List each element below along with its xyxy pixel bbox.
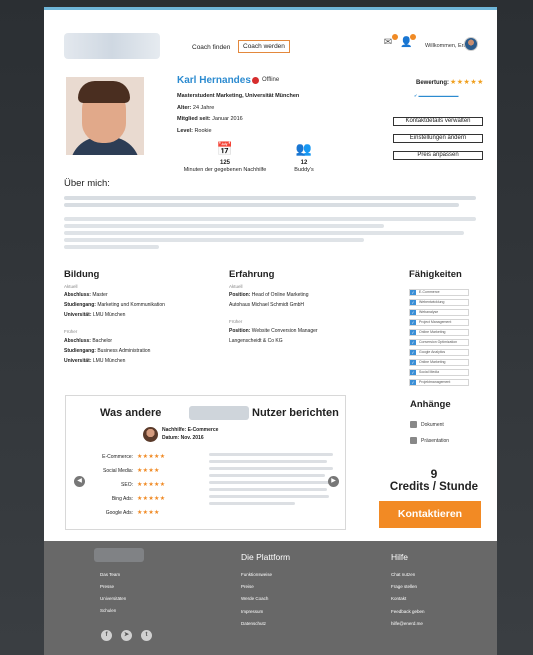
offline-icon [252,77,259,84]
footer: Das Team Presse Universitäten Schulen Di… [44,541,497,655]
skill-tag: ✓ Online Marketing [409,329,469,336]
change-settings-button[interactable]: Einstellungen ändern [393,134,483,143]
reviews-title-suffix: Nutzer berichten [252,407,339,419]
calendar-icon: 📅 [216,141,234,156]
notification-badge [392,34,398,40]
site-logo[interactable] [64,33,160,59]
credits-value: 9 [430,467,438,481]
footer-logo [94,548,144,562]
nav-coach-werden[interactable]: Coach werden [238,40,290,53]
attachment-document[interactable]: Dokument [410,421,444,428]
nav-coach-finden[interactable]: Coach finden [192,44,230,51]
coach-name: Karl Hernandes [177,75,251,86]
skill-tag: ✓ Google Analytics [409,349,469,356]
minutes-value: 125 [219,160,230,166]
attachment-presentation[interactable]: Präsentation [410,437,449,444]
rating-label: Bewertung: [416,80,449,86]
adjust-price-button[interactable]: Preis anpassen [393,151,483,160]
credits-unit: Credits / Stunde [389,481,479,493]
prev-arrow-icon[interactable]: ◀ [74,476,85,487]
skill-tag: ✓ E-Commerce [409,289,469,296]
reviews-title-prefix: Was andere [100,407,162,419]
about-text [64,196,476,200]
skill-tag: ✓ Online Marketing [409,359,469,366]
document-icon [410,421,417,428]
degree: Masterstudent Marketing, Universität Mün… [177,93,300,99]
welcome-text: Willkommen, Eric [425,43,468,49]
status-text: Offline [262,77,280,83]
skill-tag: ✓ Webanalyse [409,309,469,316]
reviewer-avatar [143,427,158,442]
rating-stars: ★★★★★ [450,79,484,86]
user-avatar[interactable] [464,37,478,51]
skills-title: Fähigkeiten [409,269,462,280]
level-row: Level: Rookie [177,128,212,134]
notification-badge [410,34,416,40]
minutes-label: Minuten der gegebenen Nachhilfe [183,167,267,173]
user-icon[interactable]: 👤 [400,34,416,49]
presentation-icon [410,437,417,444]
member-row: Mitglied seit: Januar 2016 [177,116,243,122]
skill-tag: ✓ Projektmanagement [409,379,469,386]
experience-title: Erfahrung [229,269,275,280]
top-accent-line [44,7,497,10]
attachments-title: Anhänge [410,399,451,410]
age-row: Alter: 24 Jahre [177,105,215,111]
reviews-carousel: Was andere Nutzer berichten Nachhilfe: E… [65,395,346,530]
profile-page: Coach finden Coach werden ✉ 👤 Willkommen… [44,7,497,655]
contact-button[interactable]: Kontaktieren [379,501,481,528]
skill-tag: ✓ Social Media [409,369,469,376]
telegram-icon[interactable]: ➤ [121,630,132,641]
review-text [209,453,333,456]
footer-platform-title: Die Plattform [241,552,291,562]
next-arrow-icon[interactable]: ▶ [328,476,339,487]
twitter-icon[interactable]: t [141,630,152,641]
footer-help-title: Hilfe [391,552,409,562]
buddies-icon: 👥 [295,141,313,156]
verified-note: ✔ ▬▬▬▬▬▬▬▬▬▬ [414,93,459,98]
profile-photo [66,77,144,155]
chat-icon[interactable]: ✉ [382,34,398,49]
skill-tag: ✓ Webentwicklung [409,299,469,306]
buddies-value: 12 [300,160,308,166]
about-title: Über mich: [64,178,110,189]
facebook-icon[interactable]: f [101,630,112,641]
buddies-label: Buddy's [294,167,314,173]
skill-tag: ✓ Project Management [409,319,469,326]
education-title: Bildung [64,269,100,280]
manage-contact-button[interactable]: Kontaktdetails verwalten [393,117,483,126]
skill-tag: ✓ Conversion Optimization [409,339,469,346]
